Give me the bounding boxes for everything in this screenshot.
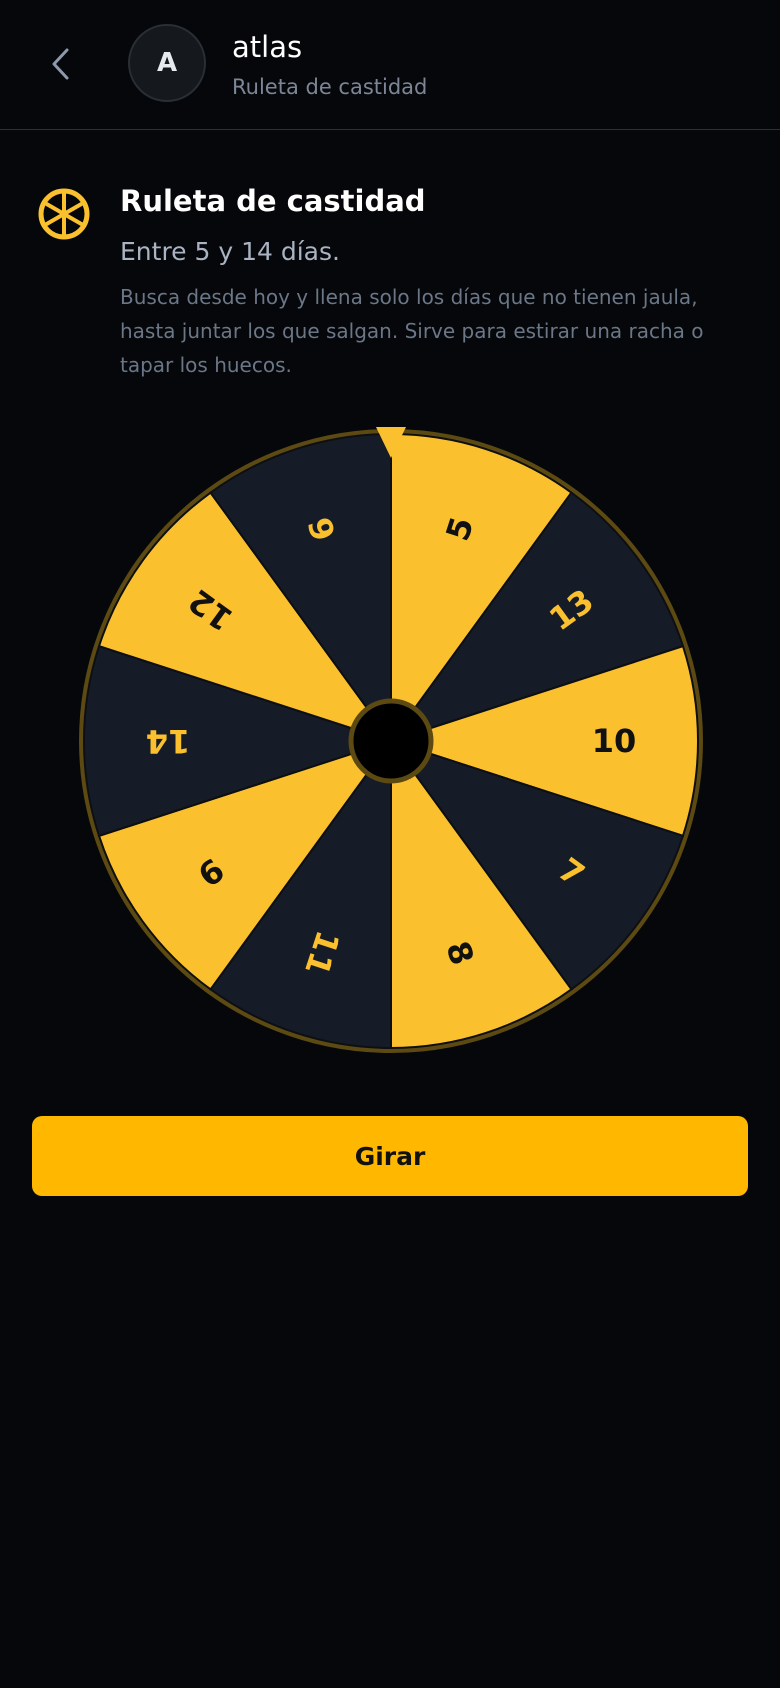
section-title: Ruleta de castidad bbox=[120, 184, 426, 218]
roulette-wheel-graphic: 513107811914126 bbox=[79, 427, 703, 1053]
app-header: A atlas Ruleta de castidad bbox=[0, 0, 780, 130]
section-description: Busca desde hoy y llena solo los días qu… bbox=[120, 285, 704, 377]
wheel-hub bbox=[348, 698, 434, 784]
avatar[interactable]: A bbox=[128, 24, 206, 102]
spin-button[interactable]: Girar bbox=[32, 1116, 748, 1196]
wheel-segment-label: 14 bbox=[146, 722, 191, 760]
header-subtitle: Ruleta de castidad bbox=[232, 75, 428, 99]
chevron-left-icon bbox=[52, 48, 69, 80]
back-button[interactable] bbox=[36, 36, 86, 92]
section-range: Entre 5 y 14 días. bbox=[120, 237, 340, 266]
wheel-icon bbox=[38, 188, 90, 240]
wheel-segment-label: 10 bbox=[592, 722, 637, 760]
roulette-wheel[interactable]: 5 13 10 7 8 11 9 14 12 6 bbox=[76, 426, 706, 1056]
header-title: atlas bbox=[232, 30, 303, 64]
